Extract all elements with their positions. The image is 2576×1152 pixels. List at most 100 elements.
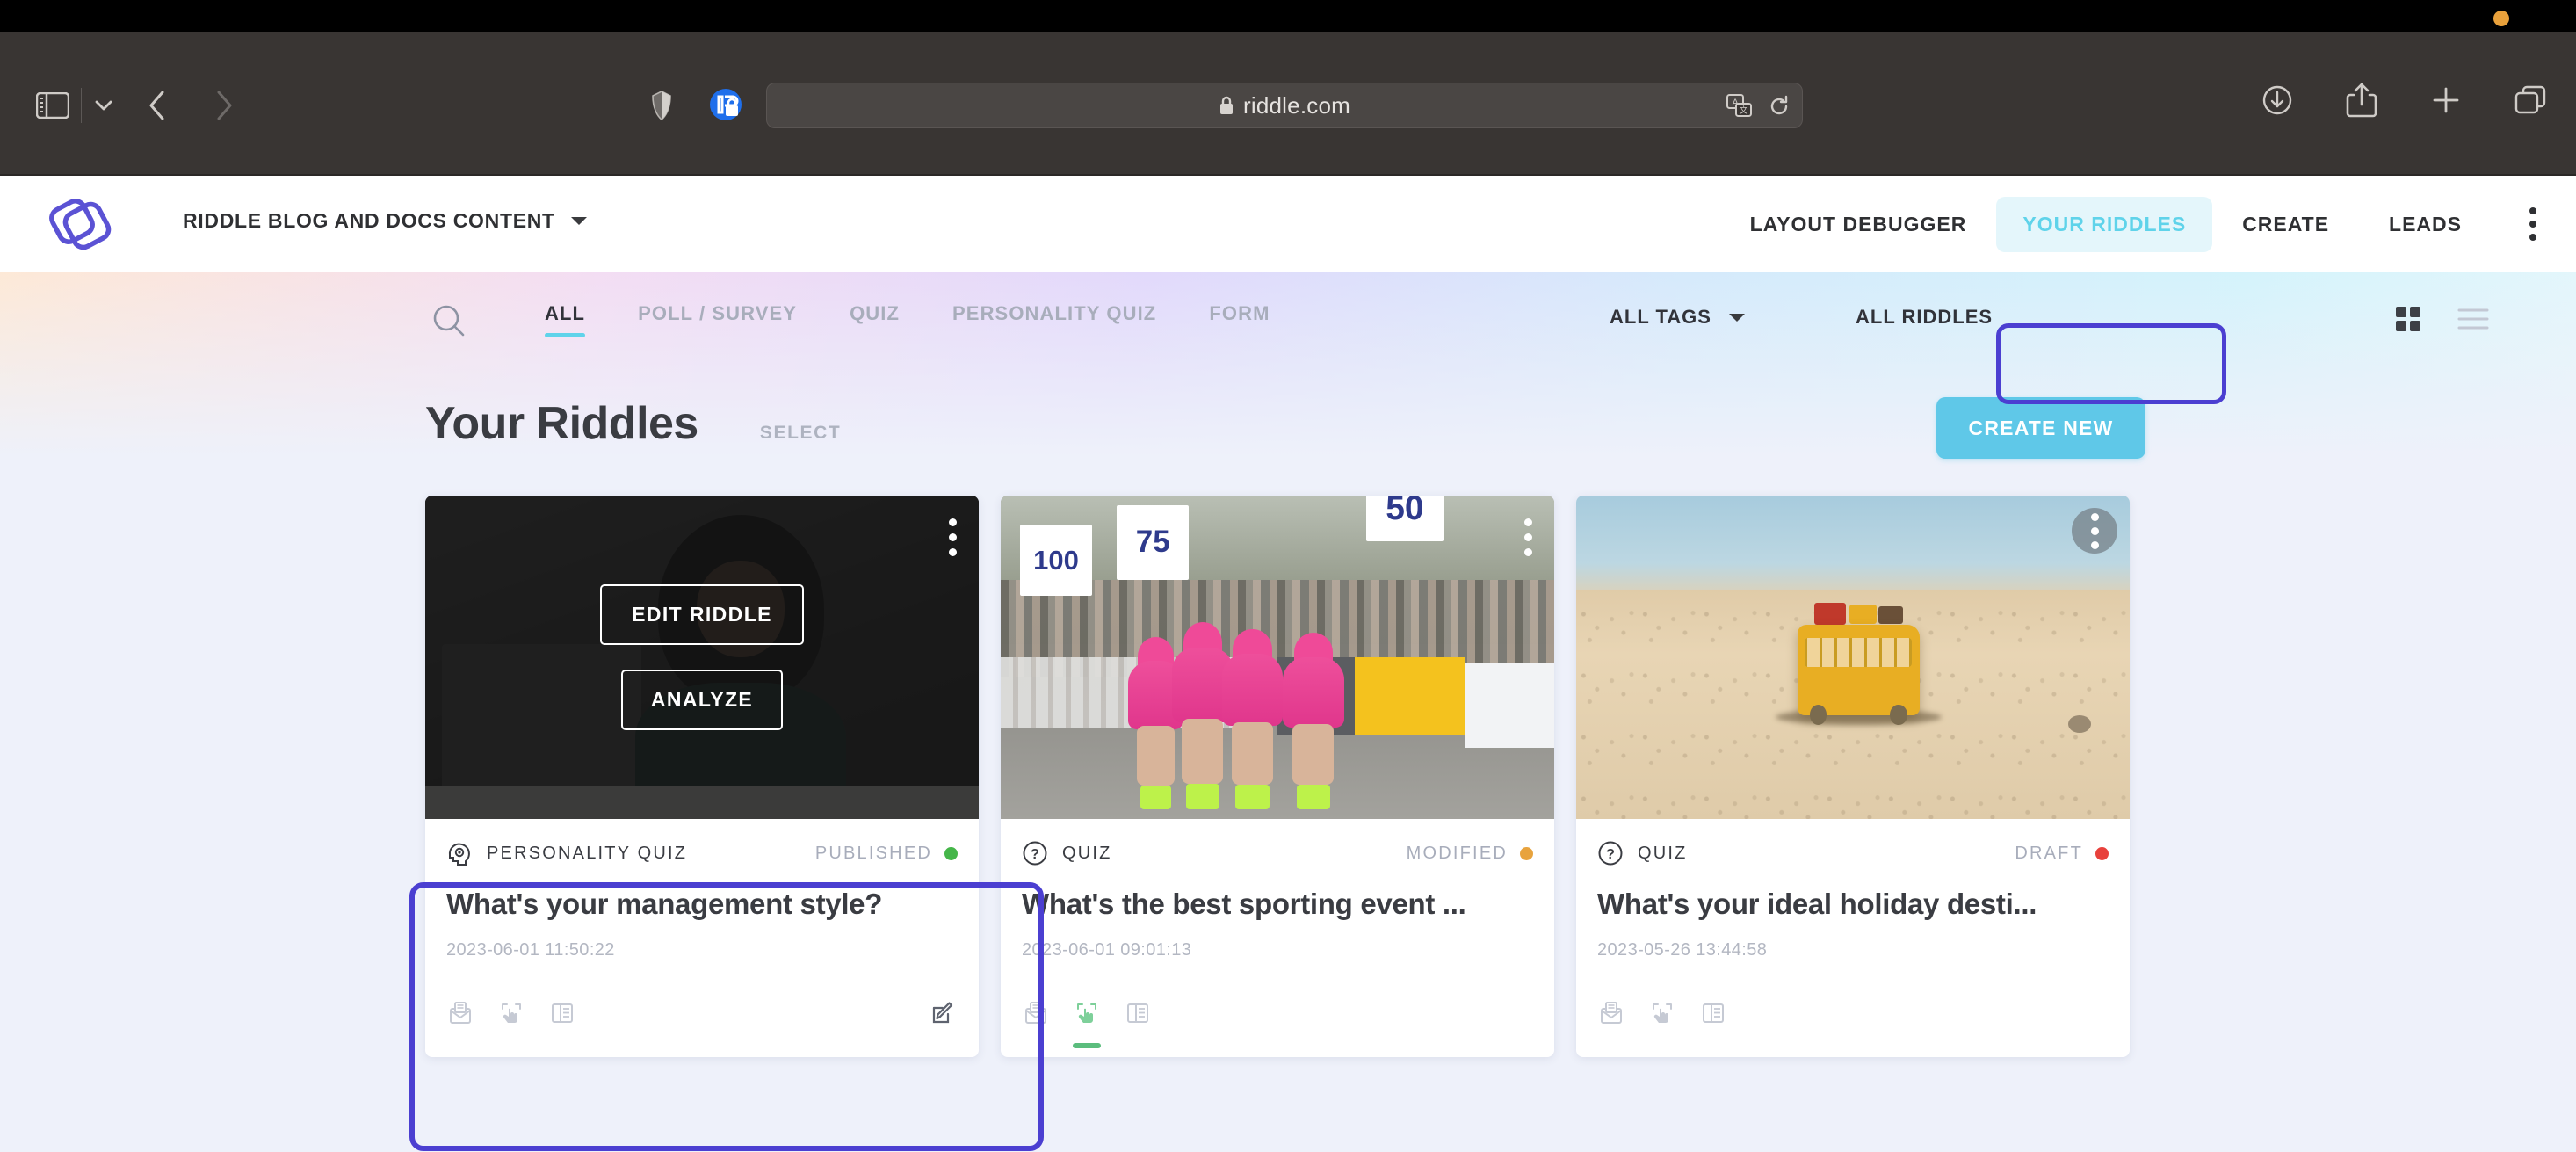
page-title: Your Riddles: [425, 398, 698, 449]
status-dot: [944, 846, 958, 860]
card-title: What's your ideal holiday desti...: [1597, 888, 2037, 920]
svg-text:?: ?: [1606, 847, 1615, 862]
question-mark-icon: ?: [1597, 840, 1624, 866]
tab-quiz[interactable]: QUIZ: [823, 302, 926, 337]
chevron-down-icon[interactable]: [86, 86, 121, 125]
status-dot: [1520, 846, 1533, 860]
card-kebab-menu-icon[interactable]: [2072, 508, 2117, 554]
lead-capture-icon[interactable]: [1022, 999, 1050, 1027]
card-body: PERSONALITY QUIZ PUBLISHED What's your m…: [425, 819, 979, 1057]
menu-bar: [0, 0, 2576, 32]
layout-icon[interactable]: [1699, 999, 1727, 1027]
lead-capture-icon[interactable]: [446, 999, 474, 1027]
card-thumbnail[interactable]: 100 75 50: [1001, 496, 1554, 819]
chevron-down-icon: [570, 217, 587, 225]
status-dot: [2095, 846, 2109, 860]
analyze-button[interactable]: ANALYZE: [620, 670, 784, 730]
interaction-icon[interactable]: [1073, 999, 1101, 1048]
reload-icon[interactable]: [1769, 95, 1790, 118]
riddle-card[interactable]: 100 75 50 ? QUIZ MODIFIED What's the bes…: [1001, 496, 1554, 1057]
all-riddles-label: ALL RIDDLES: [1856, 306, 1994, 328]
forward-arrow-icon: [200, 83, 248, 128]
card-title: What's your management style?: [446, 888, 883, 920]
toolbar-divider: [81, 88, 82, 123]
card-body: ? QUIZ MODIFIED What's the best sporting…: [1001, 819, 1554, 1057]
layout-icon[interactable]: [548, 999, 576, 1027]
question-mark-icon: ?: [1022, 840, 1048, 866]
card-kebab-menu-icon[interactable]: [947, 518, 958, 556]
riddle-card[interactable]: EDIT RIDDLE ANALYZE PERSONALITY QUIZ PUB…: [425, 496, 979, 1057]
browser-toolbar: riddle.com A文: [0, 32, 2576, 176]
all-tags-dropdown[interactable]: ALL TAGS: [1610, 306, 1745, 329]
page-viewport: RIDDLE BLOG AND DOCS CONTENT LAYOUT DEBU…: [0, 176, 2576, 1152]
riddle-logo[interactable]: [46, 188, 121, 258]
card-status-label: DRAFT: [2015, 843, 2083, 863]
type-filter-tabs: ALL POLL / SURVEY QUIZ PERSONALITY QUIZ …: [545, 302, 1297, 337]
card-title: What's the best sporting event ...: [1022, 888, 1466, 920]
distance-sign: 75: [1117, 505, 1190, 580]
cyclists-race-photo: 100 75 50: [1001, 496, 1554, 819]
card-thumbnail[interactable]: [1576, 496, 2130, 819]
yellow-van-on-sand-photo: [1576, 496, 2130, 819]
workspace-label: RIDDLE BLOG AND DOCS CONTENT: [183, 209, 555, 232]
edit-pencil-icon[interactable]: [928, 998, 958, 1028]
layout-icon[interactable]: [1124, 999, 1152, 1027]
card-type-label: QUIZ: [1062, 843, 1112, 863]
select-link[interactable]: SELECT: [760, 423, 841, 444]
nav-item-layout-debugger[interactable]: LAYOUT DEBUGGER: [1720, 213, 1997, 236]
page-heading-row: Your Riddles SELECT: [425, 397, 841, 450]
nav-item-create[interactable]: CREATE: [2212, 213, 2359, 236]
tab-personality-quiz[interactable]: PERSONALITY QUIZ: [926, 302, 1183, 337]
nav-item-your-riddles[interactable]: YOUR RIDDLES: [1996, 196, 2213, 252]
interaction-icon[interactable]: [497, 999, 525, 1027]
card-type-label: PERSONALITY QUIZ: [487, 843, 688, 863]
chevron-down-icon: [1728, 313, 1745, 322]
address-bar[interactable]: riddle.com A文: [766, 83, 1803, 128]
main-nav: LAYOUT DEBUGGER YOUR RIDDLES CREATE LEAD…: [1720, 176, 2543, 272]
download-icon[interactable]: [2258, 81, 2297, 120]
translate-icon[interactable]: A文: [1726, 94, 1753, 119]
card-date: 2023-06-01 09:01:13: [1022, 940, 1192, 960]
interaction-icon[interactable]: [1648, 999, 1676, 1027]
nav-item-leads[interactable]: LEADS: [2359, 213, 2492, 236]
head-gear-icon: [446, 840, 473, 866]
privacy-shield-icon[interactable]: [640, 83, 684, 128]
card-body: ? QUIZ DRAFT What's your ideal holiday d…: [1576, 819, 2130, 1057]
list-view-icon[interactable]: [2455, 301, 2492, 337]
sidebar-toggle-icon[interactable]: [28, 86, 77, 125]
card-status-label: PUBLISHED: [814, 843, 932, 863]
url-text: riddle.com: [1243, 91, 1350, 119]
all-tags-label: ALL TAGS: [1610, 306, 1711, 328]
card-status-label: MODIFIED: [1406, 843, 1508, 863]
distance-sign: 50: [1365, 496, 1444, 541]
back-arrow-icon[interactable]: [134, 83, 181, 128]
card-date: 2023-05-26 13:44:58: [1597, 940, 1768, 960]
lead-capture-icon[interactable]: [1597, 999, 1625, 1027]
tab-form[interactable]: FORM: [1183, 302, 1296, 337]
card-kebab-menu-icon[interactable]: [1523, 518, 1533, 556]
tab-overview-icon[interactable]: [2511, 81, 2550, 120]
card-hover-overlay: EDIT RIDDLE ANALYZE: [425, 496, 979, 819]
all-riddles-filter[interactable]: ALL RIDDLES: [1856, 306, 1993, 329]
reader-mode-icon[interactable]: [703, 81, 749, 128]
filter-toolbar: ALL POLL / SURVEY QUIZ PERSONALITY QUIZ …: [0, 272, 2576, 378]
svg-text:文: 文: [1740, 105, 1748, 116]
plus-icon[interactable]: [2427, 81, 2465, 120]
card-date: 2023-06-01 11:50:22: [446, 940, 615, 960]
card-footer: [446, 996, 958, 1031]
grid-view-icon[interactable]: [2390, 301, 2427, 337]
kebab-menu-icon[interactable]: [2529, 207, 2537, 241]
riddle-card[interactable]: ? QUIZ DRAFT What's your ideal holiday d…: [1576, 496, 2130, 1057]
create-new-button[interactable]: CREATE NEW: [1936, 397, 2145, 459]
share-icon[interactable]: [2342, 81, 2381, 120]
search-icon[interactable]: [429, 301, 469, 341]
tab-all[interactable]: ALL: [545, 302, 611, 337]
card-footer: [1022, 996, 1533, 1048]
app-header: RIDDLE BLOG AND DOCS CONTENT LAYOUT DEBU…: [0, 176, 2576, 272]
edit-riddle-button[interactable]: EDIT RIDDLE: [600, 584, 804, 645]
tab-poll-survey[interactable]: POLL / SURVEY: [611, 302, 823, 337]
card-thumbnail[interactable]: EDIT RIDDLE ANALYZE: [425, 496, 979, 819]
lock-icon: [1219, 96, 1234, 115]
workspace-selector[interactable]: RIDDLE BLOG AND DOCS CONTENT: [183, 209, 587, 233]
page-content: ALL POLL / SURVEY QUIZ PERSONALITY QUIZ …: [0, 272, 2576, 1152]
